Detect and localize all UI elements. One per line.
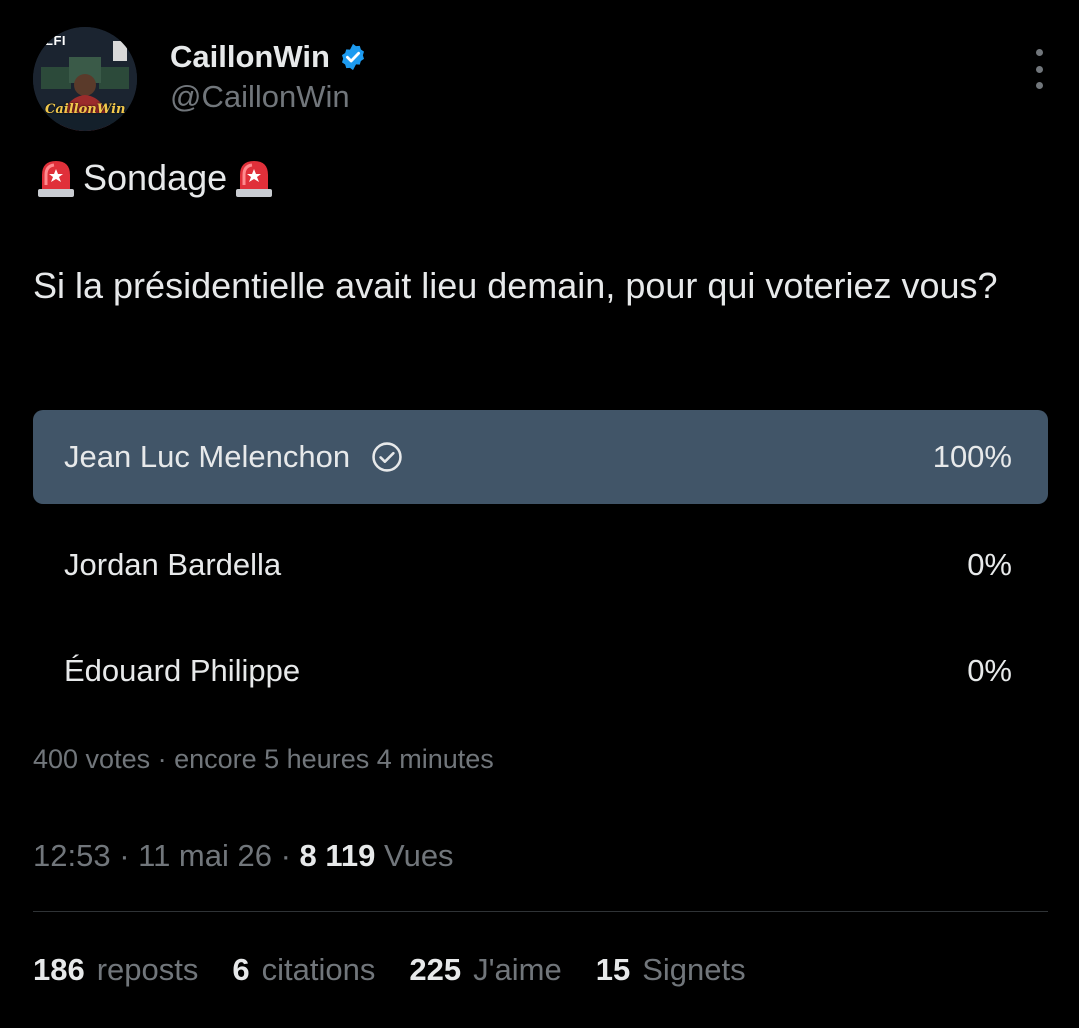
poll-option-1: Jean Luc Melenchon 100%: [33, 410, 1048, 504]
avatar-name: CaillonWin: [45, 102, 126, 117]
siren-icon: [38, 161, 74, 197]
tweet-header: LFI CaillonWin CaillonWin @CaillonWin: [33, 27, 1047, 131]
tweet-body: Si la présidentielle avait lieu demain, …: [33, 265, 998, 306]
siren-icon: [236, 161, 273, 197]
poll-meta: 400 votes · encore 5 heures 4 minutes: [33, 744, 494, 774]
stat-label: citations: [261, 952, 376, 987]
poll-option-3: Édouard Philippe 0%: [33, 624, 1048, 718]
verified-badge-icon: [341, 43, 364, 71]
tweet-date[interactable]: 11 mai 26: [138, 838, 272, 873]
stat-likes[interactable]: 225 J'aime: [409, 952, 561, 988]
stat-bookmarks[interactable]: 15 Signets: [596, 952, 746, 988]
avatar[interactable]: LFI CaillonWin: [33, 27, 137, 131]
stat-count: 15: [595, 952, 631, 987]
timestamp-row: 12:53 · 11 mai 26 · 8 119 Vues: [33, 838, 454, 874]
poll-option-label: Jordan Bardella: [64, 547, 282, 582]
stat-label: reposts: [96, 952, 199, 987]
tweet-time[interactable]: 12:53: [33, 838, 111, 873]
poll-option-label: Édouard Philippe: [64, 653, 301, 688]
separator-dot: ·: [119, 838, 139, 873]
views-count: 8 119: [299, 838, 376, 873]
separator-dot: ·: [280, 838, 300, 873]
views-label: Vues: [384, 838, 454, 873]
divider: [33, 911, 1048, 912]
stat-reposts[interactable]: 186 reposts: [33, 952, 198, 988]
stat-quotes[interactable]: 6 citations: [232, 952, 375, 988]
stat-count: 225: [409, 952, 462, 987]
more-options-icon[interactable]: [1031, 49, 1047, 89]
poll-option-label: Jean Luc Melenchon: [64, 439, 351, 474]
tweet-title-text: Sondage: [83, 157, 228, 198]
avatar-tag: LFI: [45, 33, 66, 48]
stat-label: Signets: [642, 952, 746, 987]
stat-count: 186: [33, 952, 85, 987]
poll-option-percent: 0%: [967, 547, 1012, 582]
poll-option-2: Jordan Bardella 0%: [33, 518, 1048, 612]
poll-option-percent: 100%: [932, 439, 1012, 474]
tweet-title: Sondage: [33, 155, 277, 201]
poll-option-label-wrap: Jean Luc Melenchon: [64, 439, 404, 475]
poll-option-percent: 0%: [967, 653, 1012, 688]
stat-count: 6: [232, 952, 250, 987]
stat-label: J'aime: [473, 952, 562, 987]
engagement-stats: 186 reposts 6 citations 225 J'aime 15 Signet…: [33, 952, 746, 988]
check-circle-icon: [372, 442, 402, 472]
display-name-row[interactable]: CaillonWin: [170, 39, 368, 75]
handle[interactable]: @CaillonWin: [170, 79, 350, 115]
display-name[interactable]: CaillonWin: [170, 39, 330, 75]
